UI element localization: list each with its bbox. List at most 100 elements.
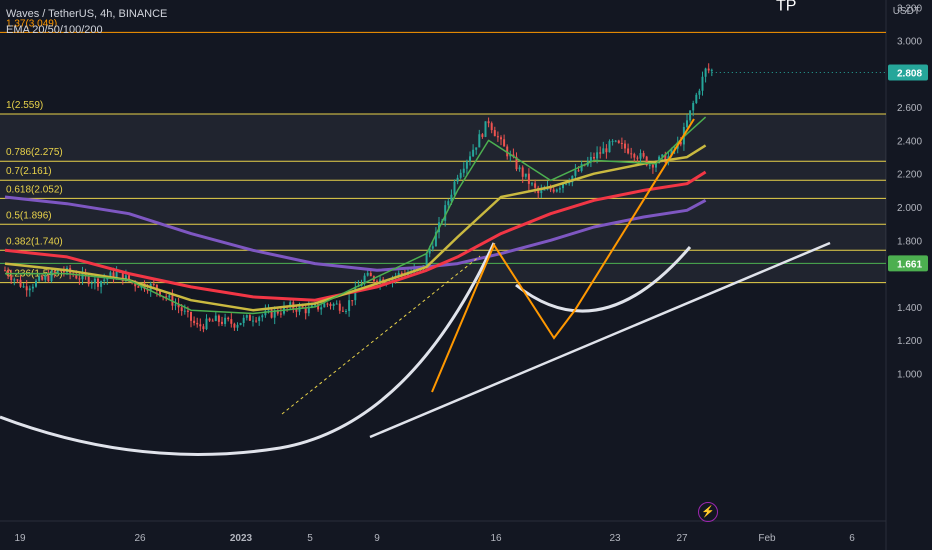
candle-body — [38, 276, 41, 281]
candle-body — [475, 147, 478, 150]
candle-body — [698, 90, 701, 95]
candle-body — [704, 68, 707, 77]
candle-body — [503, 139, 506, 147]
fib-level-label: 0.618(2.052) — [6, 184, 63, 195]
candle-body — [617, 140, 620, 143]
candle-body — [183, 310, 186, 312]
price-tick-label: 2.400 — [897, 136, 922, 147]
candle-body — [186, 310, 189, 312]
candle-body — [686, 120, 688, 127]
candle-body — [214, 315, 217, 322]
candle-body — [534, 183, 537, 188]
candle-body — [279, 313, 282, 315]
candle-body — [174, 304, 177, 306]
candle-body — [614, 140, 617, 142]
candle-body — [100, 281, 103, 287]
time-tick-label: Feb — [758, 533, 776, 544]
candle-body — [56, 270, 59, 273]
price-tick-label: 2.600 — [897, 103, 922, 114]
candle-body — [521, 167, 524, 177]
price-tick-label: 1.400 — [897, 303, 922, 314]
candle-body — [252, 320, 254, 322]
candle-body — [577, 170, 580, 172]
time-tick-label: 6 — [849, 533, 855, 544]
candle-body — [103, 279, 106, 282]
candle-body — [44, 275, 47, 280]
price-chart[interactable]: 1.618(3.378)1.37(3.049)1(2.559)0.786(2.2… — [0, 0, 932, 550]
candle-body — [304, 307, 307, 314]
candle-body — [627, 148, 630, 154]
candle-body — [527, 173, 530, 184]
time-tick-label: 23 — [609, 533, 621, 544]
candle-body — [323, 303, 326, 308]
candle-body — [651, 164, 654, 168]
candle-body — [47, 275, 50, 282]
candle-body — [320, 307, 323, 310]
candle-body — [540, 190, 543, 194]
candle-body — [236, 324, 239, 328]
candle-body — [462, 168, 465, 173]
candle-body — [248, 315, 251, 321]
candle-body — [543, 189, 546, 191]
candle-body — [332, 303, 335, 307]
indicator-legend: EMA 20/50/100/200 — [6, 24, 103, 36]
candle-body — [589, 156, 592, 162]
candle-body — [630, 153, 633, 155]
candle-body — [53, 271, 56, 273]
candle-body — [469, 156, 471, 162]
candle-body — [701, 76, 704, 91]
candle-body — [25, 286, 28, 291]
candle-body — [642, 153, 645, 157]
candle-body — [552, 189, 555, 192]
candle-body — [137, 286, 140, 288]
candle-body — [608, 141, 611, 153]
candle-body — [624, 143, 626, 149]
candle-body — [202, 326, 205, 330]
candle-body — [518, 167, 521, 170]
marked-level-badge: 1.661 — [897, 259, 922, 270]
candle-body — [261, 315, 264, 318]
time-tick-label: 2023 — [230, 533, 253, 544]
candle-body — [496, 136, 499, 138]
candle-body — [611, 140, 614, 142]
time-tick-label: 16 — [490, 533, 502, 544]
candle-body — [369, 272, 372, 277]
candle-body — [555, 189, 558, 192]
candle-body — [16, 279, 19, 281]
candle-body — [196, 322, 199, 325]
candle-body — [593, 156, 595, 159]
price-tick-label: 2.200 — [897, 170, 922, 181]
candle-body — [602, 148, 605, 154]
tp-annotation: TP — [776, 0, 796, 15]
lightning-icon[interactable]: ⚡ — [698, 502, 718, 522]
candle-body — [431, 246, 434, 249]
candle-body — [636, 157, 639, 159]
fib-level-label: 0.7(2.161) — [6, 166, 52, 177]
candle-body — [87, 276, 90, 285]
candle-body — [345, 310, 347, 312]
candle-body — [22, 286, 25, 288]
candle-body — [695, 94, 698, 104]
candle-body — [221, 321, 223, 324]
candle-body — [707, 68, 710, 71]
candle-body — [348, 300, 351, 311]
candle-body — [605, 148, 608, 153]
candle-body — [484, 121, 487, 137]
price-tick-label: 2.000 — [897, 203, 922, 214]
candle-body — [459, 172, 462, 178]
time-tick-label: 5 — [307, 533, 313, 544]
candle-body — [338, 303, 341, 311]
candle-body — [639, 153, 642, 159]
candle-body — [633, 154, 636, 158]
price-tick-label: 3.000 — [897, 37, 922, 48]
candle-body — [354, 286, 357, 301]
candle-body — [168, 295, 171, 298]
candle-body — [447, 201, 450, 206]
candle-body — [558, 188, 561, 190]
price-tick-label: 1.200 — [897, 336, 922, 347]
candle-body — [233, 323, 236, 328]
candle-body — [351, 300, 354, 302]
fib-level-label: 0.786(2.275) — [6, 147, 63, 158]
candle-body — [465, 161, 468, 169]
candle-body — [472, 149, 475, 157]
